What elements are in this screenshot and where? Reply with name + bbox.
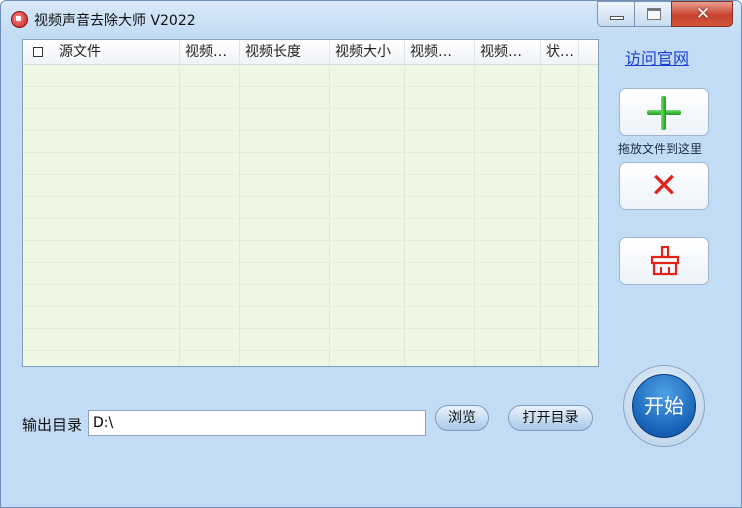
grid-line: [23, 130, 598, 131]
grid-line: [23, 152, 598, 153]
grid-line: [23, 240, 598, 241]
x-icon: ✕: [649, 166, 679, 206]
grid-line: [578, 64, 579, 366]
grid-line: [23, 196, 598, 197]
column-label: 视频…: [480, 44, 522, 60]
visit-website-link[interactable]: 访问官网: [625, 45, 689, 69]
grid-line: [23, 284, 598, 285]
minimize-icon: [610, 16, 624, 20]
column-source-file[interactable]: 源文件: [23, 40, 180, 64]
select-all-checkbox[interactable]: [33, 47, 43, 57]
app-icon: [11, 11, 28, 28]
clear-list-button[interactable]: [619, 237, 709, 285]
grid-line: [404, 64, 405, 366]
grid-line: [540, 64, 541, 366]
broom-icon: [650, 246, 680, 276]
close-button[interactable]: ✕: [671, 1, 733, 27]
column-status[interactable]: 状…: [541, 40, 579, 64]
column-label: 状…: [546, 44, 574, 60]
grid-line: [23, 218, 598, 219]
column-label: 视频大小: [335, 44, 391, 60]
column-label: 视频长度: [245, 44, 301, 60]
grid-line: [23, 328, 598, 329]
output-dir-label: 输出目录: [22, 416, 83, 434]
window-title: 视频声音去除大师 V2022: [34, 13, 196, 29]
maximize-button[interactable]: [634, 1, 672, 27]
start-button[interactable]: 开始: [632, 374, 696, 438]
column-video-size[interactable]: 视频大小: [330, 40, 405, 64]
column-label: 源文件: [59, 44, 101, 60]
drop-files-label: 拖放文件到这里: [618, 142, 703, 156]
list-header: 源文件 视频… 视频长度 视频大小 视频… 视频… 状…: [23, 40, 598, 65]
grid-line: [23, 108, 598, 109]
browse-button[interactable]: 浏览: [435, 405, 489, 431]
add-file-button[interactable]: [619, 88, 709, 136]
maximize-icon: [647, 8, 661, 20]
grid-line: [23, 306, 598, 307]
column-video-resolution[interactable]: 视频…: [405, 40, 475, 64]
grid-line: [179, 64, 180, 366]
grid-line: [23, 262, 598, 263]
column-video-bitrate[interactable]: 视频…: [475, 40, 541, 64]
column-label: 视频…: [185, 44, 227, 60]
title-bar[interactable]: 视频声音去除大师 V2022 ✕: [1, 1, 741, 35]
output-dir-input[interactable]: [88, 410, 426, 436]
file-list[interactable]: 源文件 视频… 视频长度 视频大小 视频… 视频… 状…: [22, 39, 599, 367]
start-button-ring: 开始: [623, 365, 705, 447]
column-video-length[interactable]: 视频长度: [240, 40, 330, 64]
remove-file-button[interactable]: ✕: [619, 162, 709, 210]
app-window: 视频声音去除大师 V2022 ✕ 源文件 视频… 视频长度 视频大小 视频… 视…: [0, 0, 742, 508]
grid-line: [23, 350, 598, 351]
grid-line: [474, 64, 475, 366]
grid-line: [329, 64, 330, 366]
minimize-button[interactable]: [597, 1, 635, 27]
column-label: 视频…: [410, 44, 452, 60]
grid-line: [23, 86, 598, 87]
column-video-format[interactable]: 视频…: [180, 40, 240, 64]
close-icon: ✕: [695, 4, 711, 24]
open-folder-button[interactable]: 打开目录: [508, 405, 593, 431]
grid-line: [23, 174, 598, 175]
grid-line: [239, 64, 240, 366]
